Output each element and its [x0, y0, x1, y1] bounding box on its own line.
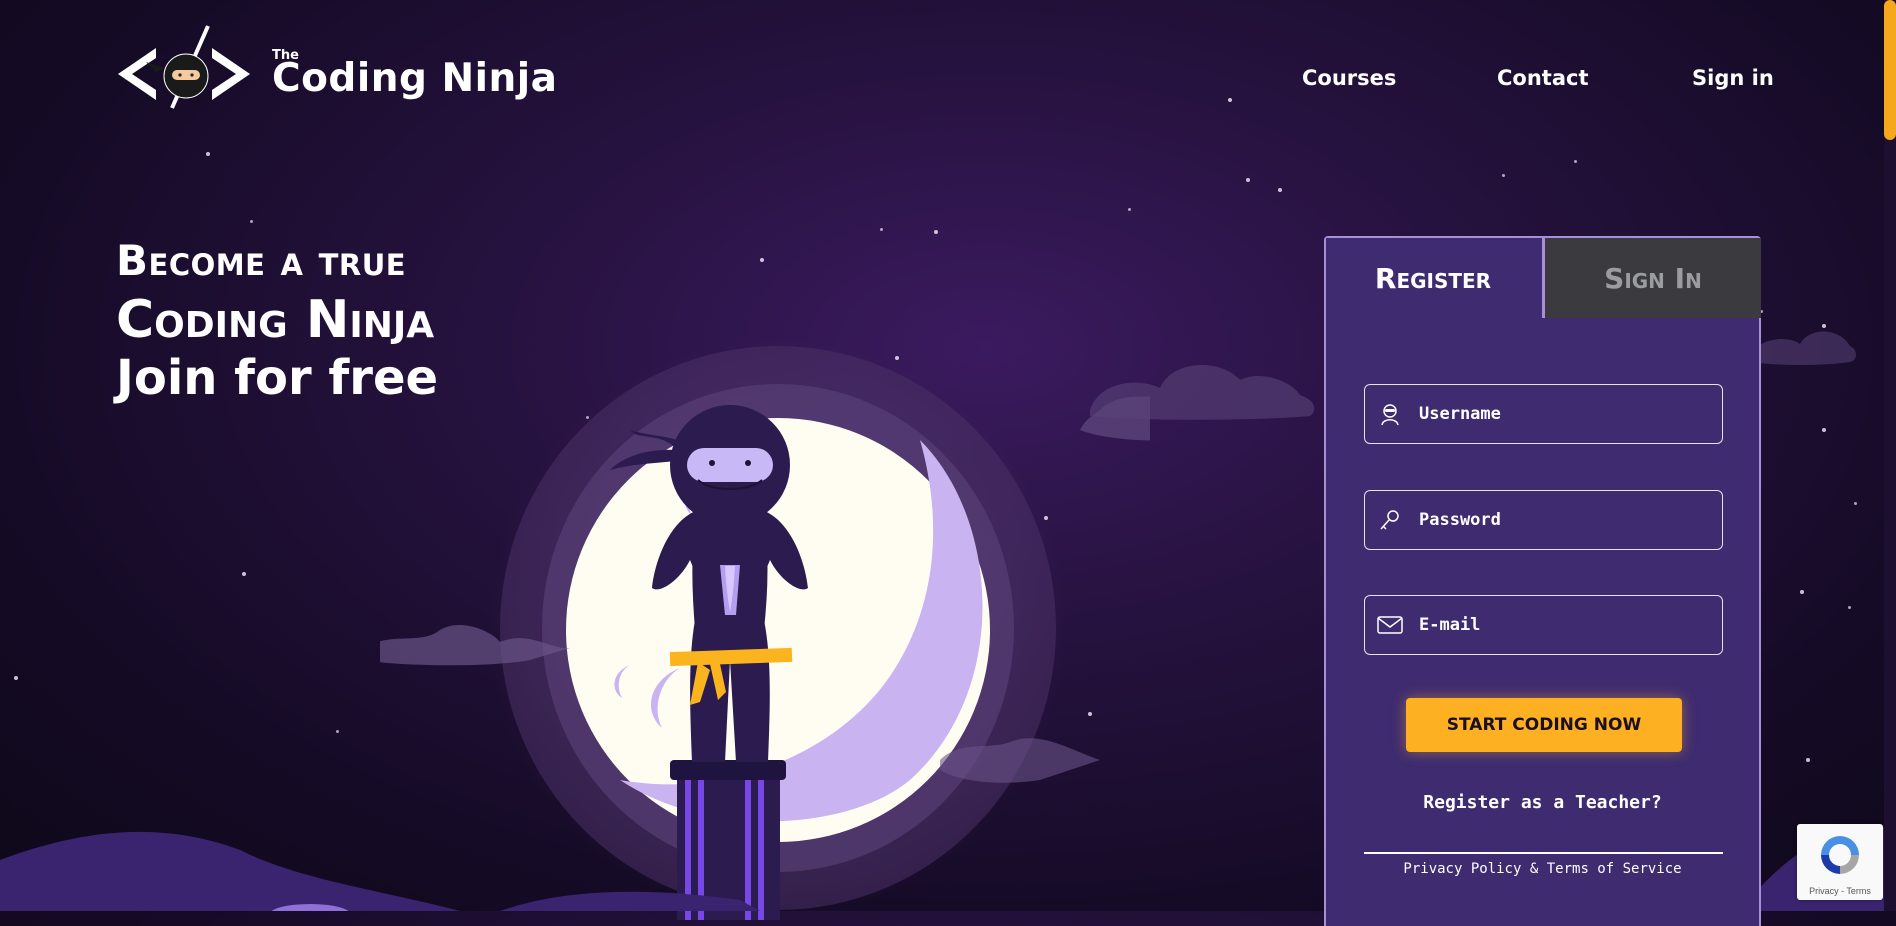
cloud-decoration [1090, 365, 1315, 420]
password-field [1364, 490, 1723, 550]
recaptcha-badge[interactable]: Privacy - Terms [1797, 824, 1883, 900]
envelope-icon [1377, 612, 1403, 638]
ninja-logo-icon [118, 25, 250, 109]
tab-sign-in[interactable]: Sign In [1542, 238, 1761, 318]
privacy-policy-link[interactable]: Privacy Policy [1403, 861, 1521, 877]
email-input[interactable] [1417, 614, 1711, 636]
password-input[interactable] [1417, 509, 1711, 531]
logo-title: Coding Ninja [272, 56, 558, 101]
username-input[interactable] [1417, 403, 1711, 425]
recaptcha-links[interactable]: Privacy - Terms [1797, 886, 1883, 896]
user-ninja-icon [1377, 401, 1403, 427]
username-field [1364, 384, 1723, 444]
auth-panel: Register Sign In START CODING NOW Regist… [1324, 236, 1761, 926]
scrollbar-thumb[interactable] [1884, 0, 1896, 140]
page-scrollbar[interactable] [1884, 0, 1896, 911]
key-icon [1377, 507, 1403, 533]
tab-register-label: Register [1374, 261, 1492, 295]
form-divider [1364, 852, 1723, 854]
site-logo[interactable]: The Coding Ninja [116, 24, 557, 112]
tab-register[interactable]: Register [1326, 238, 1540, 318]
hero-headline-1: Become a true [116, 236, 407, 285]
legal-links: Privacy Policy & Terms of Service [1326, 861, 1759, 877]
nav-contact[interactable]: Contact [1497, 66, 1589, 90]
nav-sign-in[interactable]: Sign in [1692, 66, 1774, 90]
email-field [1364, 595, 1723, 655]
terms-of-service-link[interactable]: Terms of Service [1547, 861, 1682, 877]
start-coding-button[interactable]: START CODING NOW [1406, 698, 1682, 752]
register-teacher-link[interactable]: Register as a Teacher? [1326, 792, 1759, 813]
recaptcha-icon [1821, 836, 1859, 874]
tab-sign-in-label: Sign In [1604, 261, 1702, 295]
legal-ampersand: & [1529, 861, 1539, 877]
nav-courses[interactable]: Courses [1302, 66, 1396, 90]
